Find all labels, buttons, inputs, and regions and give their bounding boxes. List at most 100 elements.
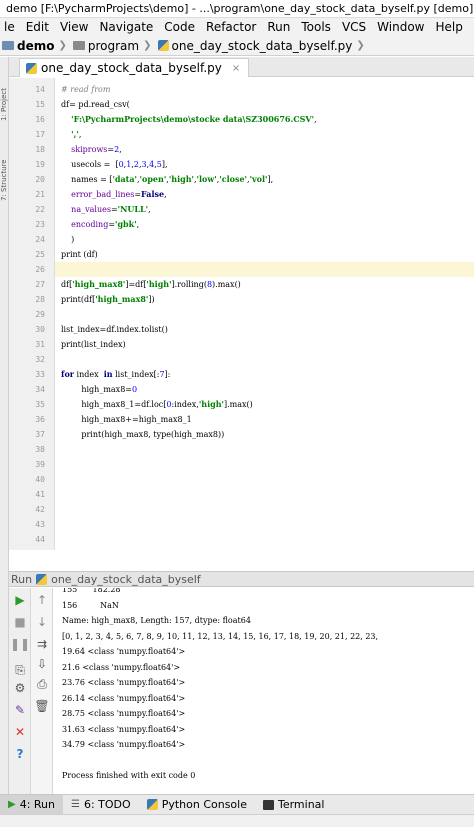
python-file-icon — [36, 573, 48, 585]
python-icon — [146, 799, 158, 810]
code-line: encoding='gbk', — [71, 219, 140, 229]
structure-tool-tab[interactable]: 7: Structure — [0, 141, 9, 201]
window-title: demo [F:\PycharmProjects\demo] - ...\pro… — [6, 2, 474, 15]
line-number: 36 — [35, 415, 45, 424]
tab-python-console-label: Python Console — [161, 798, 247, 811]
print-icon[interactable]: ⎙ — [34, 676, 50, 692]
menu-code[interactable]: Code — [160, 20, 202, 34]
line-number: 14 — [35, 85, 45, 94]
console-line: 26.14 <class 'numpy.float64'> — [62, 693, 186, 703]
console-line: 31.63 <class 'numpy.float64'> — [62, 724, 186, 734]
soft-wrap-icon[interactable]: ⇉ — [34, 636, 50, 652]
chevron-right-icon: ❯ — [143, 40, 152, 51]
line-number: 26 — [35, 265, 45, 274]
run-panel-label: Run — [11, 572, 33, 586]
scroll-to-end-icon[interactable]: ⇩ — [34, 656, 50, 672]
breadcrumb: demo ❯ program ❯ one_day_stock_data_byse… — [0, 36, 474, 56]
run-icon: ▶ — [8, 799, 16, 810]
status-bar — [0, 814, 474, 827]
bottom-tool-tabs: ▶ 4: Run ☰ 6: TODO Python Console Termin… — [0, 794, 474, 815]
project-tool-tab[interactable]: 1: Project — [0, 61, 9, 121]
code-line: names = ['data','open','high','low','clo… — [61, 174, 274, 184]
menu-vcs[interactable]: VCS — [338, 20, 373, 34]
code-line: print(list_index) — [61, 340, 126, 349]
code-editor[interactable]: # read from df= pd.read_csv( 'F:\PycharmP… — [55, 78, 474, 550]
chevron-right-icon: ❯ — [58, 40, 67, 51]
line-number: 35 — [35, 400, 45, 409]
line-number: 21 — [35, 190, 45, 199]
breadcrumb-file-label: one_day_stock_data_byself.py — [171, 38, 353, 53]
close-icon[interactable]: ✕ — [12, 724, 28, 740]
terminal-icon — [262, 799, 274, 810]
tab-run[interactable]: ▶ 4: Run — [0, 794, 63, 815]
code-line — [55, 262, 474, 277]
breadcrumb-folder[interactable]: program — [72, 38, 140, 53]
tab-python-console[interactable]: Python Console — [139, 795, 255, 815]
line-number: 39 — [35, 460, 45, 469]
tab-todo[interactable]: ☰ 6: TODO — [63, 795, 139, 815]
line-number: 38 — [35, 445, 45, 454]
console-line: 155 182.28 — [62, 588, 121, 594]
breadcrumb-folder-label: program — [87, 38, 140, 53]
pause-icon[interactable]: ❚❚ — [10, 636, 30, 652]
code-line: print(df['high_max8']) — [61, 294, 155, 304]
line-number: 20 — [35, 175, 45, 184]
menu-run[interactable]: Run — [263, 20, 297, 34]
menu-window[interactable]: Window — [373, 20, 431, 34]
arrow-up-icon[interactable]: ↑ — [34, 592, 50, 608]
python-file-icon — [157, 40, 169, 51]
stop-icon[interactable]: ■ — [12, 614, 28, 630]
menu-navigate[interactable]: Navigate — [95, 20, 160, 34]
code-line: ) — [61, 235, 75, 244]
console-line: Process finished with exit code 0 — [62, 771, 196, 780]
console-line: Name: high_max8, Length: 157, dtype: flo… — [62, 616, 251, 625]
code-line: ',', — [71, 129, 82, 139]
menu-file[interactable]: le — [0, 20, 22, 34]
menu-help[interactable]: Help — [431, 20, 469, 34]
run-config-name[interactable]: one_day_stock_data_byself — [51, 573, 201, 586]
menu-tools[interactable]: Tools — [297, 20, 338, 34]
line-number: 22 — [35, 205, 45, 214]
settings-icon[interactable]: ⚙ — [12, 680, 28, 696]
code-line: error_bad_lines=False, — [71, 189, 167, 199]
close-icon[interactable]: × — [232, 63, 240, 74]
code-line: na_values='NULL', — [71, 204, 151, 214]
breadcrumb-file[interactable]: one_day_stock_data_byself.py — [157, 38, 353, 53]
tab-run-label: 4: Run — [19, 798, 55, 811]
menu-view[interactable]: View — [56, 20, 95, 34]
line-number: 27 — [35, 280, 45, 289]
help-icon[interactable]: ? — [12, 746, 28, 762]
pin-icon[interactable]: ✎ — [12, 702, 28, 718]
code-line: usecols = [0,1,2,3,4,5], — [61, 160, 168, 169]
trash-icon[interactable]: 🗑 — [34, 698, 50, 714]
console-line: 19.64 <class 'numpy.float64'> — [62, 647, 186, 656]
code-line: df['high_max8']=df['high'].rolling(8).ma… — [61, 279, 241, 289]
code-line: # read from — [61, 85, 111, 94]
line-number: 32 — [35, 355, 45, 364]
folder-icon — [72, 41, 85, 50]
code-line: print(high_max8, type(high_max8)) — [61, 430, 225, 439]
code-line: for index in list_index[:7]: — [61, 369, 171, 379]
line-number: 19 — [35, 160, 45, 169]
run-toolbar-right: ↑ ↓ ⇉ ⇩ ⎙ 🗑 — [31, 588, 53, 794]
editor-tab[interactable]: one_day_stock_data_byself.py × — [19, 58, 250, 77]
left-tool-strip: 1: Project 7: Structure — [0, 57, 9, 794]
dump-threads-icon[interactable]: ⎘ — [12, 662, 28, 678]
run-console-output[interactable]: 155 182.28 156 NaN Name: high_max8, Length… — [54, 588, 474, 794]
tab-terminal[interactable]: Terminal — [255, 795, 333, 815]
menu-refactor[interactable]: Refactor — [202, 20, 263, 34]
arrow-down-icon[interactable]: ↓ — [34, 614, 50, 630]
run-icon[interactable]: ▶ — [12, 592, 28, 608]
breadcrumb-project[interactable]: demo — [2, 39, 54, 53]
code-line: high_max8=0 — [61, 385, 138, 394]
menu-edit[interactable]: Edit — [22, 20, 56, 34]
todo-icon: ☰ — [71, 799, 80, 810]
